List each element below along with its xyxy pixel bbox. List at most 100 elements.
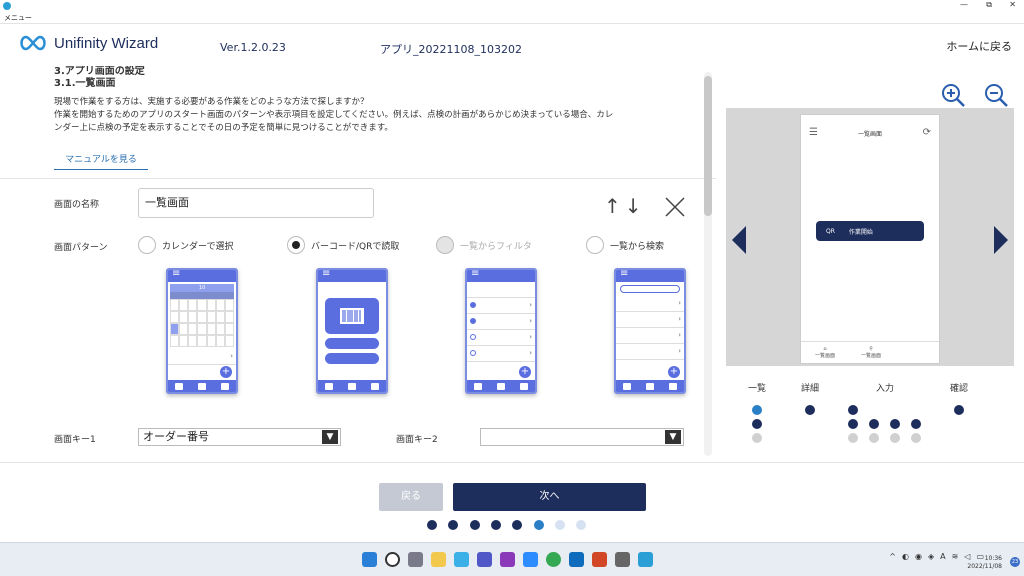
thumb-list-row: ›	[467, 346, 535, 362]
file-explorer-icon[interactable]	[431, 552, 446, 567]
step-dot[interactable]	[752, 419, 762, 429]
step-dot[interactable]	[848, 419, 858, 429]
pattern-radio-calendar[interactable]: カレンダーで選択	[138, 236, 233, 254]
thumb-footer	[168, 380, 236, 392]
preview-footer-label: 一覧画面	[861, 353, 882, 359]
step-dot[interactable]	[752, 433, 762, 443]
step-dot[interactable]	[911, 419, 921, 429]
search-icon[interactable]	[385, 552, 400, 567]
tray-app-icon[interactable]: ◐	[902, 552, 909, 561]
version-label: Ver.1.2.0.23	[220, 41, 286, 54]
screen-key1-select[interactable]: オーダー番号 ▼	[138, 428, 341, 446]
menu-bar: メニュー	[0, 12, 1024, 24]
close-window-button[interactable]: ✕	[1009, 0, 1016, 9]
search-icon: ⚲ 一覧画面	[861, 346, 882, 359]
unifinity-icon[interactable]	[638, 552, 653, 567]
step-dot[interactable]	[911, 433, 921, 443]
step-dot[interactable]	[890, 433, 900, 443]
pattern-radio-search[interactable]: 一覧から検索	[586, 236, 664, 254]
pattern-radio-filter[interactable]: 一覧からフィルタ	[436, 236, 532, 254]
screen-key2-select[interactable]: ▼	[480, 428, 684, 446]
pattern-radio-barcode[interactable]: バーコード/QRで読取	[287, 236, 399, 254]
screen-name-input[interactable]: 一覧画面	[138, 188, 374, 218]
step-dot[interactable]	[848, 433, 858, 443]
page-dot-current	[534, 520, 544, 530]
thumb-filter-row	[467, 282, 535, 298]
section-description: 現場で作業をする方は、実施する必要がある作業をどのような方法で探しますか？ 作業…	[54, 96, 694, 135]
zoom-in-icon[interactable]	[940, 82, 966, 108]
clock-date: 2022/11/08	[967, 563, 1002, 570]
settings-icon[interactable]	[408, 552, 423, 567]
outlook-icon[interactable]	[569, 552, 584, 567]
maximize-button[interactable]: ⧉	[986, 0, 992, 10]
menu-item[interactable]: メニュー	[4, 14, 32, 22]
thumb-list-row: ›	[467, 330, 535, 346]
photos-icon[interactable]	[454, 552, 469, 567]
step-dot[interactable]	[848, 405, 858, 415]
step-dot[interactable]	[869, 433, 879, 443]
pattern-thumbnail-calendar[interactable]: 10 › +	[166, 268, 238, 394]
preview-prev-arrow-icon[interactable]	[732, 226, 746, 254]
screen-name-label: 画面の名称	[54, 200, 100, 210]
preview-footer: ⌂ 一覧画面 ⚲ 一覧画面	[801, 341, 939, 363]
zoom-out-icon[interactable]	[983, 82, 1009, 108]
tray-app-icon[interactable]: ◈	[928, 552, 934, 561]
thumb-header	[616, 270, 684, 282]
tray-app-icon[interactable]: ◉	[915, 552, 922, 561]
preview-next-arrow-icon[interactable]	[994, 226, 1008, 254]
preview-title: 一覧画面	[857, 131, 882, 138]
step-label: 一覧	[748, 384, 767, 394]
chrome-icon[interactable]	[546, 552, 561, 567]
thumb-calendar-grid	[170, 299, 234, 347]
back-button[interactable]: 戻る	[379, 483, 443, 511]
notification-badge[interactable]: 23	[1010, 557, 1020, 567]
plus-icon: +	[519, 366, 531, 378]
minimize-button[interactable]: —	[960, 0, 968, 9]
home-link[interactable]: ホームに戻る	[946, 38, 1012, 54]
sync-icon: ⟳	[922, 127, 931, 138]
step-dot[interactable]	[954, 405, 964, 415]
clock-time: 10:36	[984, 555, 1002, 562]
chevron-down-icon[interactable]: ▼	[322, 430, 338, 444]
pattern-thumbnail-filter[interactable]: › › › › +	[465, 268, 537, 394]
pattern-thumbnail-search[interactable]: › › › › +	[614, 268, 686, 394]
delete-close-icon[interactable]	[664, 196, 686, 218]
scrollbar-thumb[interactable]	[704, 76, 712, 216]
onenote-icon[interactable]	[500, 552, 515, 567]
thumb-calendar-date: 10	[170, 284, 234, 292]
radio-dot[interactable]	[436, 236, 454, 254]
step-dot[interactable]	[890, 419, 900, 429]
pattern-thumbnail-barcode[interactable]	[316, 268, 388, 394]
thumb-list-row: ›	[467, 314, 535, 330]
thumb-header	[318, 270, 386, 282]
wifi-icon[interactable]: ≋	[952, 552, 959, 561]
zoom-app-icon[interactable]	[523, 552, 538, 567]
move-up-down-icon[interactable]: ↑↓	[604, 194, 646, 218]
radio-label: カレンダーで選択	[162, 241, 234, 252]
screen-pattern-label: 画面パターン	[54, 243, 108, 253]
radio-dot[interactable]	[586, 236, 604, 254]
step-dot[interactable]	[805, 405, 815, 415]
start-icon[interactable]	[362, 552, 377, 567]
next-button[interactable]: 次へ	[453, 483, 646, 511]
manual-link[interactable]: マニュアルを見る	[54, 150, 148, 170]
screen-key2-label: 画面キー2	[396, 435, 438, 445]
radio-dot[interactable]	[138, 236, 156, 254]
calculator-icon[interactable]	[615, 552, 630, 567]
step-dot-current[interactable]	[752, 405, 762, 415]
powerpoint-icon[interactable]	[592, 552, 607, 567]
clock[interactable]: 10:36 2022/11/08	[967, 555, 1002, 571]
preview-footer-label: 一覧画面	[815, 353, 836, 359]
chevron-down-icon[interactable]: ▼	[665, 430, 681, 444]
page-dot	[555, 520, 565, 530]
chevron-up-icon[interactable]: ^	[889, 552, 896, 561]
thumb-list-row: ›	[616, 296, 684, 312]
page-dot	[427, 520, 437, 530]
ime-indicator[interactable]: A	[940, 552, 945, 561]
step-dot[interactable]	[869, 419, 879, 429]
select-value: オーダー番号	[143, 430, 209, 443]
divider	[0, 178, 716, 179]
teams-icon[interactable]	[477, 552, 492, 567]
radio-dot-selected[interactable]	[287, 236, 305, 254]
qr-icon: QR	[826, 227, 835, 235]
